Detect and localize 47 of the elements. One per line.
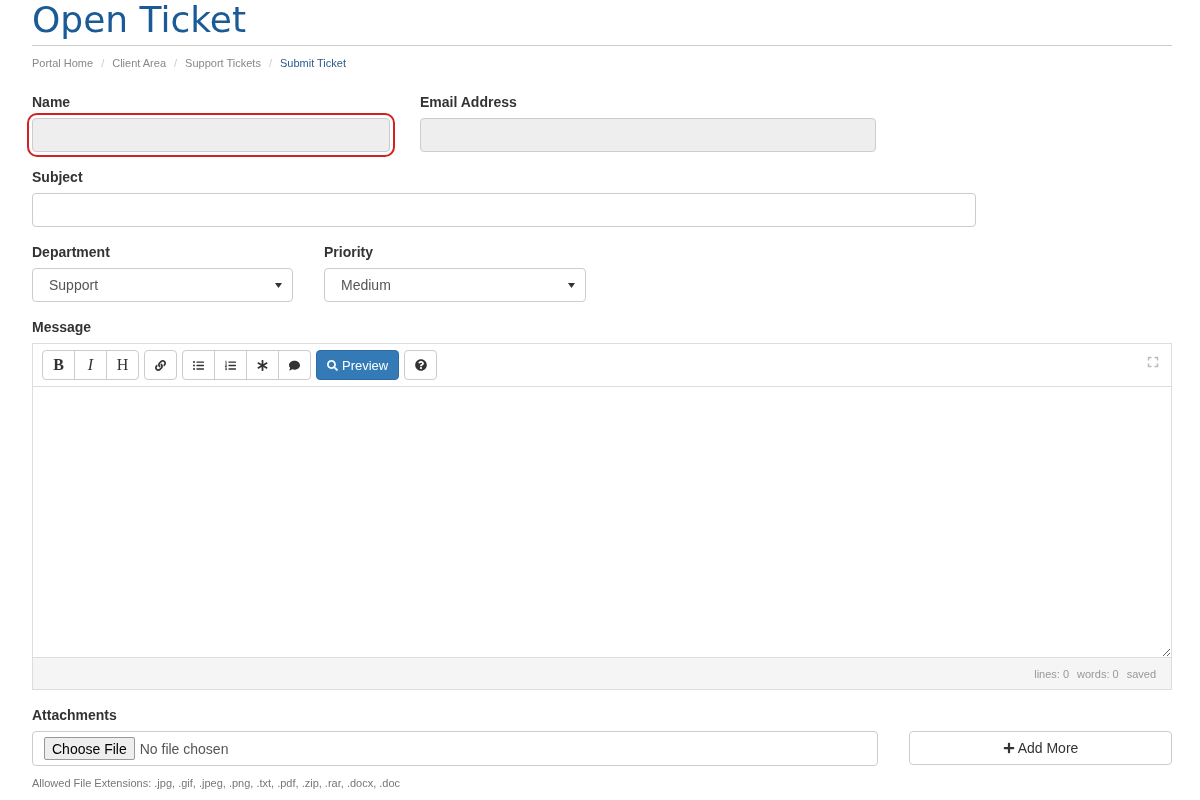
search-icon bbox=[327, 359, 338, 371]
field-label: Attachments bbox=[32, 707, 118, 723]
file-status: No file chosen bbox=[139, 740, 229, 757]
breadcrumb-link[interactable]: Portal Home bbox=[32, 57, 94, 83]
breadcrumb-separator: / bbox=[100, 57, 106, 71]
asterisk-icon bbox=[257, 359, 268, 371]
format-button[interactable]: B bbox=[42, 350, 75, 380]
asterisk-button[interactable] bbox=[246, 350, 279, 380]
page-title: Open Ticket bbox=[32, 0, 1172, 46]
department-select[interactable]: Support bbox=[32, 268, 293, 302]
numbered-list-button[interactable] bbox=[214, 350, 247, 380]
field-label: Name bbox=[32, 94, 72, 110]
editor-status: saved bbox=[1126, 667, 1156, 680]
breadcrumb-separator: / bbox=[173, 57, 179, 71]
help-button[interactable] bbox=[404, 350, 438, 380]
breadcrumb-link[interactable]: Support Tickets bbox=[185, 57, 261, 83]
breadcrumb-link[interactable]: Client Area bbox=[112, 57, 166, 83]
choose-file-button[interactable]: Choose File bbox=[44, 737, 135, 760]
bullet-list-button[interactable] bbox=[182, 350, 215, 380]
help-text: Allowed File Extensions: .jpg, .gif, .jpeg, .png, .txt, .pdf, .zip, .rar, .docx, .doc bbox=[32, 777, 402, 789]
field-label: Message bbox=[32, 319, 93, 335]
help-icon bbox=[414, 359, 427, 371]
link-icon bbox=[155, 359, 166, 371]
editor-status: lines: 0 bbox=[1034, 667, 1070, 680]
bullet-list-icon bbox=[193, 359, 204, 371]
field-label: Department bbox=[32, 244, 111, 260]
field-label: Priority bbox=[324, 244, 374, 260]
preview-button[interactable]: Preview bbox=[316, 350, 400, 380]
file-input[interactable]: Choose File No file chosen bbox=[32, 731, 878, 766]
subject-input[interactable] bbox=[32, 193, 976, 227]
field-label: Email Address bbox=[420, 94, 518, 110]
caret-icon bbox=[275, 282, 282, 288]
comment-icon bbox=[289, 359, 300, 371]
link-button[interactable] bbox=[144, 350, 177, 380]
breadcrumb-link[interactable]: Submit Ticket bbox=[279, 57, 346, 83]
add-more-button[interactable]: Add More bbox=[909, 731, 1172, 765]
format-button[interactable]: I bbox=[74, 350, 107, 380]
comment-button[interactable] bbox=[278, 350, 311, 380]
breadcrumb-separator: / bbox=[267, 57, 273, 71]
message-editor[interactable]: B I H Preview lines: 0 words: 0 saved bbox=[32, 343, 1172, 690]
priority-select[interactable]: Medium bbox=[324, 268, 586, 302]
numbered-list-icon bbox=[225, 359, 236, 371]
field-label: Subject bbox=[32, 169, 84, 185]
format-button[interactable]: H bbox=[106, 350, 139, 380]
plus-icon bbox=[1002, 742, 1015, 754]
caret-icon bbox=[568, 282, 575, 288]
editor-status: words: 0 bbox=[1077, 667, 1119, 680]
